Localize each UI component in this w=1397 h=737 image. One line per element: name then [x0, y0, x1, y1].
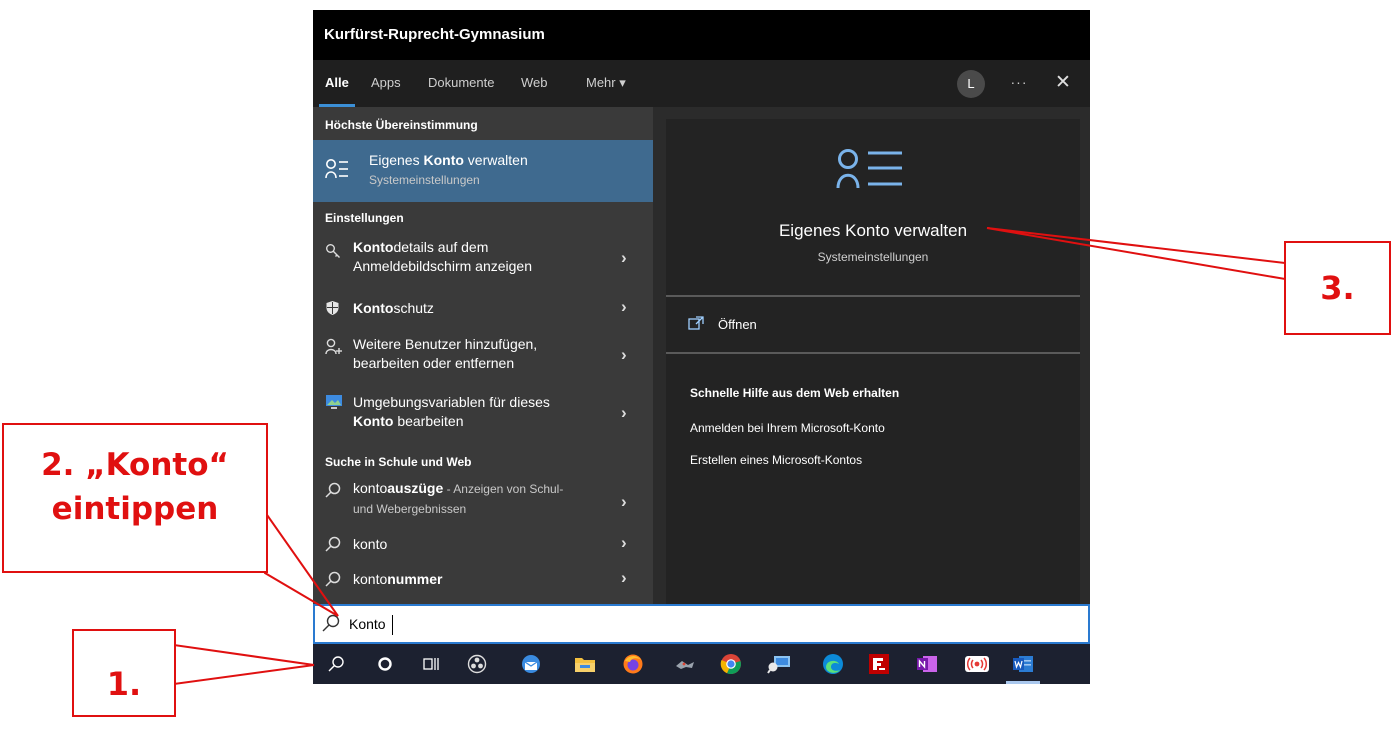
chrome-icon [711, 644, 751, 684]
taskbar-radio[interactable] [957, 644, 997, 684]
chevron-right-icon: › [621, 492, 627, 511]
help-link-erstellen[interactable]: Erstellen eines Microsoft-Kontos [690, 453, 862, 467]
preview-subtitle: Systemeinstellungen [817, 250, 929, 264]
shield-icon [325, 300, 340, 319]
search-icon [321, 613, 341, 638]
settings-heading: Einstellungen [325, 211, 404, 225]
divider [666, 295, 1080, 297]
preview-title: Eigenes Konto verwalten [778, 221, 968, 240]
chevron-right-icon: › [621, 248, 627, 267]
thunderbird-icon [511, 644, 551, 684]
search-input[interactable] [349, 612, 1049, 636]
taskbar-edge[interactable] [813, 644, 853, 684]
filezilla-icon [859, 644, 899, 684]
taskbar-thunderbird[interactable] [511, 644, 551, 684]
app-icon [665, 644, 705, 684]
tab-bar: Alle Apps Dokumente Web Mehr ▾ L ··· ✕ [313, 60, 1090, 107]
settings-item-kontodetails[interactable]: Kontodetails auf dem Anmeldebildschirm a… [313, 235, 653, 283]
taskbar-file-explorer[interactable] [565, 644, 605, 684]
onenote-icon [907, 644, 947, 684]
help-link-anmelden[interactable]: Anmelden bei Ihrem Microsoft-Konto [690, 421, 885, 435]
task-view-icon [411, 644, 451, 684]
close-icon[interactable]: ✕ [1049, 60, 1077, 107]
taskbar-search[interactable] [316, 644, 356, 684]
tab-alle[interactable]: Alle [319, 60, 355, 107]
search-bar[interactable] [313, 604, 1090, 644]
taskbar-firefox[interactable] [613, 644, 653, 684]
tab-mehr[interactable]: Mehr ▾ [586, 60, 626, 107]
help-heading: Schnelle Hilfe aus dem Web erhalten [690, 386, 900, 400]
avatar[interactable]: L [957, 70, 985, 98]
radio-icon [957, 644, 997, 684]
preview-pane: Eigenes Konto verwalten Systemeinstellun… [666, 119, 1080, 604]
search-icon [325, 571, 341, 590]
add-user-icon [325, 338, 343, 358]
divider [666, 352, 1080, 354]
file-explorer-icon [565, 644, 605, 684]
taskbar-cortana[interactable] [365, 644, 405, 684]
taskbar-chrome[interactable] [711, 644, 751, 684]
search-window: Kurfürst-Ruprecht-Gymnasium Alle Apps Do… [313, 10, 1090, 684]
account-list-icon [836, 147, 908, 196]
taskbar-app[interactable] [665, 644, 705, 684]
best-match-item[interactable]: Eigenes Konto verwalten Systemeinstellun… [313, 140, 653, 202]
firefox-icon [613, 644, 653, 684]
taskbar-remote-desktop[interactable] [759, 644, 799, 684]
web-result-konto[interactable]: konto › [313, 532, 653, 560]
taskbar-filezilla[interactable] [859, 644, 899, 684]
chevron-right-icon: › [621, 533, 627, 552]
results-list: Höchste Übereinstimmung Eigenes Konto ve… [313, 107, 653, 604]
settings-item-umgebungsvariablen[interactable]: Umgebungsvariablen für dieses Konto bear… [313, 389, 653, 437]
search-icon [325, 482, 341, 501]
cortana-icon [365, 644, 405, 684]
tab-apps[interactable]: Apps [371, 60, 401, 107]
monitor-icon [325, 394, 343, 413]
settings-item-weitere-benutzer[interactable]: Weitere Benutzer hinzufügen, bearbeiten … [313, 333, 653, 379]
remote-desktop-icon [759, 644, 799, 684]
annotation-3: 3. [1284, 241, 1391, 335]
chevron-right-icon: › [621, 403, 627, 422]
annotation-1: 1. [72, 629, 176, 717]
taskbar [313, 644, 1090, 684]
obs-icon [457, 644, 497, 684]
web-result-kontoauszuege[interactable]: kontoauszüge - Anzeigen von Schul- und W… [313, 478, 653, 524]
search-icon [316, 644, 356, 684]
key-icon [325, 243, 341, 262]
more-icon[interactable]: ··· [1005, 60, 1033, 107]
word-icon [1003, 644, 1043, 684]
web-result-kontonummer[interactable]: kontonummer › [313, 567, 653, 595]
chevron-right-icon: › [621, 297, 627, 316]
annotation-2: 2. „Konto“ eintippen [2, 423, 268, 573]
best-match-sub: Systemeinstellungen [369, 173, 480, 187]
chevron-right-icon: › [621, 568, 627, 587]
tab-web[interactable]: Web [521, 60, 548, 107]
chevron-right-icon: › [621, 345, 627, 364]
window-title: Kurfürst-Ruprecht-Gymnasium [313, 10, 1090, 60]
tab-dokumente[interactable]: Dokumente [428, 60, 494, 107]
text-cursor [392, 615, 393, 635]
open-button[interactable]: Öffnen [686, 316, 986, 336]
open-icon [688, 316, 704, 333]
arrow-1 [172, 643, 315, 686]
web-heading: Suche in Schule und Web [325, 455, 472, 469]
best-match-heading: Höchste Übereinstimmung [325, 118, 478, 132]
best-match-text: Eigenes Konto verwalten Systemeinstellun… [369, 152, 528, 187]
edge-icon [813, 644, 853, 684]
account-list-icon [325, 158, 349, 183]
taskbar-onenote[interactable] [907, 644, 947, 684]
taskbar-word[interactable] [1003, 644, 1043, 684]
taskbar-task-view[interactable] [411, 644, 451, 684]
settings-item-kontoschutz[interactable]: Kontoschutz › [313, 295, 653, 323]
search-icon [325, 536, 341, 555]
taskbar-obs[interactable] [457, 644, 497, 684]
